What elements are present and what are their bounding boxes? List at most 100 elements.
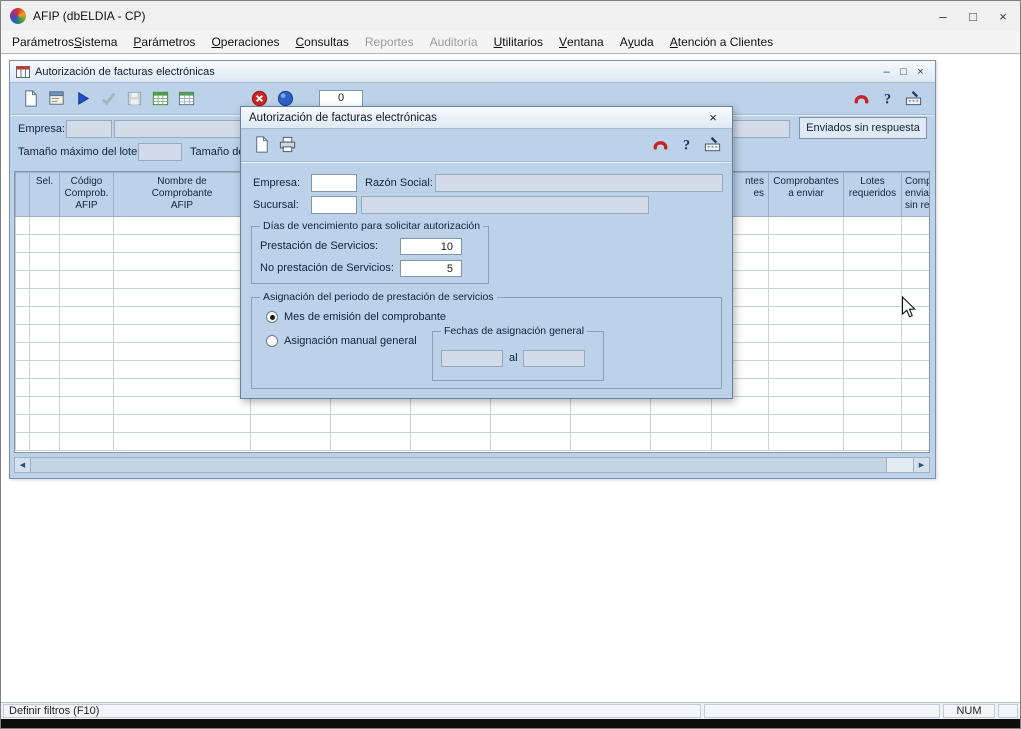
- menu-item-ayuda[interactable]: Ayuda: [612, 31, 662, 53]
- confirm-icon[interactable]: [96, 87, 120, 109]
- help-icon[interactable]: ?: [875, 87, 899, 109]
- dialog-toolbar-separator: [241, 161, 732, 163]
- table-cell: [30, 343, 60, 361]
- lote-counter-field[interactable]: 0: [319, 90, 363, 107]
- column-header-nombre-comprobante-afip[interactable]: Nombre deComprobanteAFIP: [114, 173, 251, 217]
- child-window-controls: – □ ×: [878, 66, 929, 78]
- table-row[interactable]: [16, 433, 931, 451]
- menu-item-operaciones[interactable]: Operaciones: [203, 31, 287, 53]
- group-fechas-title: Fechas de asignación general: [441, 325, 587, 337]
- column-header-sel[interactable]: Sel.: [30, 173, 60, 217]
- table-cell: [30, 415, 60, 433]
- title-bar: AFIP (dbELDIA - CP) – □ ×: [1, 1, 1020, 31]
- table-cell: [60, 361, 114, 379]
- dialog-close-button[interactable]: ×: [702, 110, 724, 125]
- table-cell: [60, 307, 114, 325]
- fecha-desde-field: [441, 350, 503, 367]
- table-cell: [769, 433, 844, 451]
- table-cell: [16, 217, 30, 235]
- no-prestacion-field[interactable]: 5: [400, 260, 462, 277]
- table-cell: [769, 361, 844, 379]
- bottom-edge: [1, 719, 1020, 728]
- sucursal-code-field[interactable]: [311, 196, 357, 214]
- table-cell: [769, 307, 844, 325]
- table-cell: [902, 253, 931, 271]
- run-icon[interactable]: [70, 87, 94, 109]
- radio-mes-emision[interactable]: Mes de emisión del comprobante: [266, 311, 446, 323]
- table-cell: [902, 397, 931, 415]
- new-document-icon[interactable]: [249, 133, 273, 155]
- table-cell: [902, 325, 931, 343]
- column-header-codigo-comprob-afip[interactable]: CódigoComprob.AFIP: [60, 173, 114, 217]
- column-header-comprobantes-enviados-sin-respuesta[interactable]: Comprobaenviadosin respu: [902, 173, 931, 217]
- function-keys-icon[interactable]: [901, 87, 925, 109]
- table-cell: [16, 415, 30, 433]
- table-cell: [114, 433, 251, 451]
- menu-item-utilitarios[interactable]: Utilitarios: [486, 31, 551, 53]
- dialog-title-bar[interactable]: Autorización de facturas electrónicas ×: [241, 107, 732, 129]
- group-fechas-asignacion: Fechas de asignación general al: [432, 331, 604, 381]
- enviados-sin-respuesta-button[interactable]: Enviados sin respuesta: [799, 117, 927, 139]
- child-minimize-button[interactable]: –: [878, 66, 895, 78]
- child-title-bar[interactable]: Autorización de facturas electrónicas – …: [10, 61, 935, 83]
- empresa-code-field: [66, 120, 112, 138]
- table-cell: [114, 217, 251, 235]
- table-cell: [844, 343, 902, 361]
- table-cell: [411, 433, 491, 451]
- save-icon[interactable]: [122, 87, 146, 109]
- table-row[interactable]: [16, 415, 931, 433]
- menu-item-consultas[interactable]: Consultas: [288, 31, 357, 53]
- table-cell: [844, 235, 902, 253]
- table-cell: [30, 271, 60, 289]
- radio-asignacion-manual[interactable]: Asignación manual general: [266, 335, 417, 347]
- radio-asignacion-manual-label: Asignación manual general: [284, 335, 417, 347]
- function-keys-icon[interactable]: [700, 133, 724, 155]
- child-close-button[interactable]: ×: [912, 66, 929, 78]
- table-cell: [331, 415, 411, 433]
- window-controls: – □ ×: [928, 1, 1018, 31]
- database-table-icon[interactable]: [148, 87, 172, 109]
- table-cell: [844, 217, 902, 235]
- horizontal-scrollbar[interactable]: ◀ ▶: [14, 457, 930, 473]
- dialog-empresa-field[interactable]: [311, 174, 357, 192]
- status-message: Definir filtros (F10): [3, 704, 701, 718]
- exit-phone-icon[interactable]: [648, 133, 672, 155]
- close-button[interactable]: ×: [988, 1, 1018, 31]
- table-cell: [902, 379, 931, 397]
- maximize-button[interactable]: □: [958, 1, 988, 31]
- svg-text:?: ?: [883, 91, 890, 107]
- printer-icon[interactable]: [275, 133, 299, 155]
- table-cell: [60, 379, 114, 397]
- menu-item-ventana[interactable]: Ventana: [551, 31, 612, 53]
- table-cell: [60, 325, 114, 343]
- app-icon: [10, 8, 26, 24]
- scrollbar-thumb[interactable]: [31, 458, 887, 472]
- window-title: AFIP (dbELDIA - CP): [33, 9, 145, 23]
- scroll-left-icon[interactable]: ◀: [15, 458, 31, 472]
- new-document-icon[interactable]: [18, 87, 42, 109]
- grid-view-icon[interactable]: [174, 87, 198, 109]
- sucursal-name-field: [361, 196, 649, 214]
- table-row[interactable]: [16, 397, 931, 415]
- scroll-right-icon[interactable]: ▶: [913, 458, 929, 472]
- prestacion-field[interactable]: 10: [400, 238, 462, 255]
- child-maximize-button[interactable]: □: [895, 66, 912, 78]
- menu-item-atencion-a-clientes[interactable]: Atención a Clientes: [662, 31, 781, 53]
- table-cell: [114, 271, 251, 289]
- table-cell: [16, 253, 30, 271]
- table-cell: [30, 235, 60, 253]
- column-header-lotes-requeridos[interactable]: Lotesrequeridos: [844, 173, 902, 217]
- table-cell: [769, 253, 844, 271]
- minimize-button[interactable]: –: [928, 1, 958, 31]
- table-cell: [331, 397, 411, 415]
- column-header-comprobantes-a-enviar[interactable]: Comprobantesa enviar: [769, 173, 844, 217]
- menu-item-parametros[interactable]: Parámetros: [125, 31, 203, 53]
- column-header-row-indicator[interactable]: [16, 173, 30, 217]
- table-cell: [114, 415, 251, 433]
- exit-phone-icon[interactable]: [849, 87, 873, 109]
- help-icon[interactable]: ?: [674, 133, 698, 155]
- menu-item-parametros-sistema[interactable]: Parámetros Sistema: [4, 31, 125, 53]
- table-cell: [16, 343, 30, 361]
- table-cell: [114, 253, 251, 271]
- form-properties-icon[interactable]: [44, 87, 68, 109]
